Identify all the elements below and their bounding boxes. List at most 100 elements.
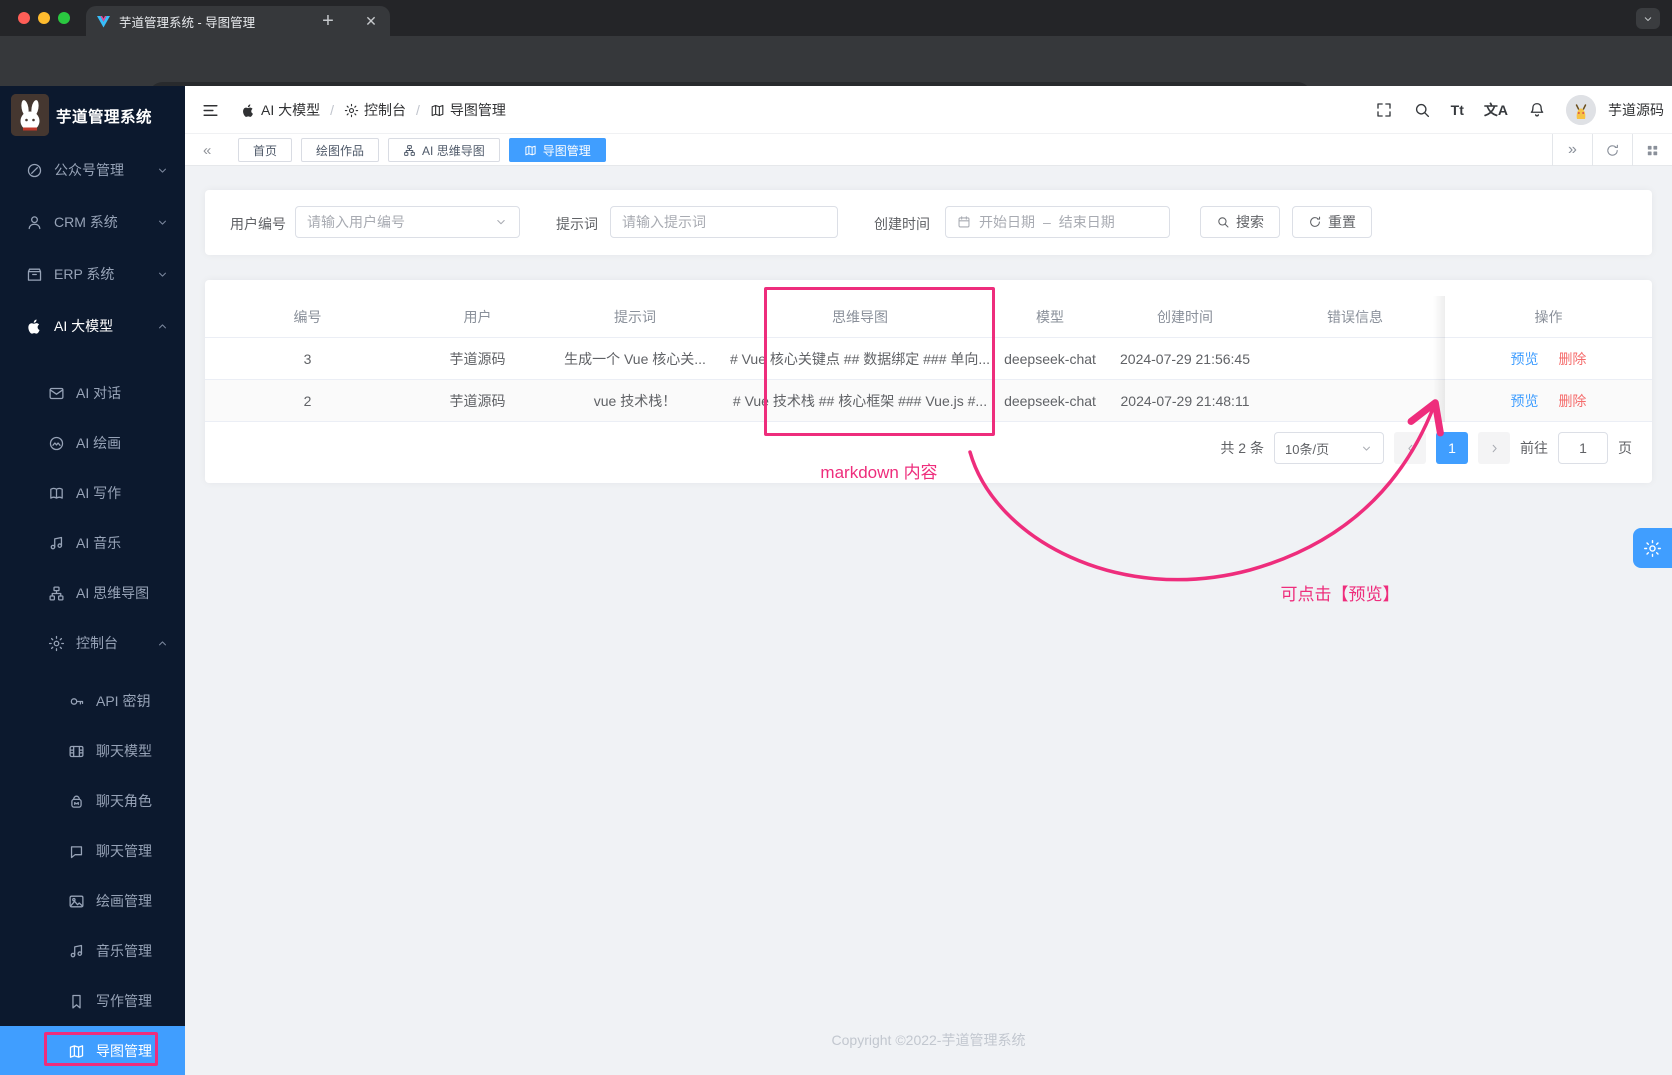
- sidebar-item-ai-chat[interactable]: AI 对话: [0, 368, 185, 418]
- cell-created: 2024-07-29 21:56:45: [1120, 350, 1250, 367]
- next-page-button[interactable]: [1478, 432, 1510, 464]
- window-zoom-button[interactable]: [58, 12, 70, 24]
- sidebar-item-chat-manage[interactable]: 聊天管理: [0, 826, 185, 876]
- sidebar-item-ai-model[interactable]: AI 大模型: [0, 300, 185, 352]
- tab-list-chevron-button[interactable]: [1636, 8, 1660, 29]
- date-range-picker[interactable]: 开始日期 – 结束日期: [945, 206, 1170, 238]
- date-start-placeholder[interactable]: 开始日期: [979, 212, 1035, 232]
- backpack-icon: [68, 793, 85, 810]
- chevron-down-icon: [156, 268, 169, 281]
- tabs-bar-actions: »: [1552, 134, 1672, 166]
- site-favicon: [97, 15, 110, 27]
- sidebar-item-music-manage[interactable]: 音乐管理: [0, 926, 185, 976]
- preview-link[interactable]: 预览: [1511, 351, 1539, 367]
- sidebar-item-console[interactable]: 控制台: [0, 618, 185, 668]
- tabs-scroll-right-button[interactable]: »: [1552, 134, 1592, 166]
- page-tabs-bar: « 首页 绘图作品 AI 思维导图 导图管理 »: [185, 134, 1672, 166]
- breadcrumb: AI 大模型 / 控制台 / 导图管理: [241, 86, 506, 134]
- tab-paint-works[interactable]: 绘图作品: [301, 138, 380, 162]
- window-minimize-button[interactable]: [38, 12, 50, 24]
- new-tab-button[interactable]: +: [314, 7, 342, 35]
- window-close-button[interactable]: [18, 12, 30, 24]
- preview-link[interactable]: 预览: [1511, 393, 1539, 409]
- sidebar-item-erp[interactable]: ERP 系统: [0, 248, 185, 300]
- delete-link[interactable]: 删除: [1558, 393, 1586, 409]
- breadcrumb-separator: /: [416, 102, 420, 118]
- box-icon: [26, 266, 43, 283]
- breadcrumb-item-console[interactable]: 控制台: [344, 100, 406, 120]
- fullscreen-icon[interactable]: [1375, 101, 1393, 119]
- date-end-placeholder[interactable]: 结束日期: [1059, 212, 1115, 232]
- sidebar-item-ai-paint[interactable]: AI 绘画: [0, 418, 185, 468]
- browser-tab-strip: 芋道管理系统 - 导图管理 ✕ +: [0, 0, 1672, 36]
- goto-page-input[interactable]: [1558, 432, 1608, 464]
- sidebar-item-writing-manage[interactable]: 写作管理: [0, 976, 185, 1026]
- sidebar-item-chat-role[interactable]: 聊天角色: [0, 776, 185, 826]
- prompt-input[interactable]: [622, 214, 826, 230]
- gear-icon: [48, 635, 65, 652]
- map-icon: [524, 144, 537, 157]
- film-icon: [68, 743, 85, 760]
- cell-mindmap: # Vue 核心关键点 ## 数据绑定 ### 单向...: [729, 350, 991, 367]
- prev-page-button[interactable]: [1394, 432, 1426, 464]
- theme-settings-button[interactable]: [1633, 528, 1672, 568]
- page-size-select[interactable]: 10条/页: [1274, 432, 1384, 464]
- chevron-up-icon: [156, 637, 169, 650]
- cell-user: 芋道源码: [449, 350, 506, 367]
- chat-icon: [68, 843, 85, 860]
- column-header-created: 创建时间: [1157, 308, 1213, 325]
- user-icon: [26, 214, 43, 231]
- sidebar-item-official-account[interactable]: 公众号管理: [0, 144, 185, 196]
- map-icon: [430, 103, 445, 118]
- tab-ai-mindmap[interactable]: AI 思维导图: [388, 138, 500, 162]
- sidebar-item-paint-manage[interactable]: 绘画管理: [0, 876, 185, 926]
- search-icon[interactable]: [1413, 101, 1431, 119]
- user-name[interactable]: 芋道源码: [1608, 100, 1664, 120]
- app-logo-row[interactable]: 芋道管理系统: [0, 86, 185, 144]
- breadcrumb-item-mindmap-manage[interactable]: 导图管理: [430, 100, 506, 120]
- browser-window: 芋道管理系统 - 导图管理 ✕ + 127.0.0.1/ai/console/m…: [0, 0, 1672, 1075]
- hamburger-menu-icon[interactable]: [201, 101, 220, 120]
- music-icon: [68, 943, 85, 960]
- delete-link[interactable]: 删除: [1558, 351, 1586, 367]
- date-separator: –: [1043, 214, 1051, 230]
- cell-user: 芋道源码: [449, 392, 506, 409]
- chevron-down-icon: [156, 216, 169, 229]
- breadcrumb-item-ai-model[interactable]: AI 大模型: [241, 100, 320, 120]
- translate-icon[interactable]: 文A: [1484, 100, 1508, 120]
- sidebar: 芋道管理系统 公众号管理 CRM 系统 ERP 系统 AI 大模型 AI 对话: [0, 86, 185, 1075]
- sidebar-item-ai-mindmap[interactable]: AI 思维导图: [0, 568, 185, 618]
- sidebar-item-mindmap-manage[interactable]: 导图管理: [0, 1026, 185, 1075]
- tabs-refresh-button[interactable]: [1592, 134, 1632, 166]
- tab-mindmap-manage[interactable]: 导图管理: [508, 138, 606, 162]
- tab-close-icon[interactable]: ✕: [362, 12, 380, 30]
- prompt-field[interactable]: [610, 206, 838, 238]
- browser-tab[interactable]: 芋道管理系统 - 导图管理 ✕: [86, 6, 390, 36]
- column-header-error: 错误信息: [1327, 308, 1383, 325]
- tabs-layout-button[interactable]: [1632, 134, 1672, 166]
- pagination: 共 2 条 10条/页 1 前往 页: [1220, 432, 1632, 464]
- apple-icon: [26, 318, 43, 335]
- font-size-icon[interactable]: Tt: [1451, 102, 1464, 118]
- sidebar-item-api-key[interactable]: API 密钥: [0, 676, 185, 726]
- tabs-scroll-left-button[interactable]: «: [197, 134, 217, 166]
- sidebar-item-ai-music[interactable]: AI 音乐: [0, 518, 185, 568]
- search-button[interactable]: 搜索: [1200, 206, 1280, 238]
- picture-icon: [68, 893, 85, 910]
- reset-button[interactable]: 重置: [1292, 206, 1372, 238]
- bell-icon[interactable]: [1528, 101, 1546, 119]
- column-header-prompt: 提示词: [614, 308, 656, 325]
- gear-icon: [1643, 539, 1662, 558]
- current-page-button[interactable]: 1: [1436, 432, 1468, 464]
- sidebar-item-crm[interactable]: CRM 系统: [0, 196, 185, 248]
- sidebar-item-ai-writing[interactable]: AI 写作: [0, 468, 185, 518]
- fixed-column-shadow: [1433, 296, 1445, 422]
- sidebar-item-chat-model[interactable]: 聊天模型: [0, 726, 185, 776]
- chevron-up-icon: [156, 320, 169, 333]
- navbar-tools: Tt 文A 芋道源码: [1375, 86, 1664, 134]
- user-id-select[interactable]: [295, 206, 520, 238]
- mail-icon: [48, 385, 65, 402]
- tab-home[interactable]: 首页: [238, 138, 293, 162]
- user-id-input[interactable]: [307, 214, 494, 230]
- avatar[interactable]: [1566, 95, 1596, 125]
